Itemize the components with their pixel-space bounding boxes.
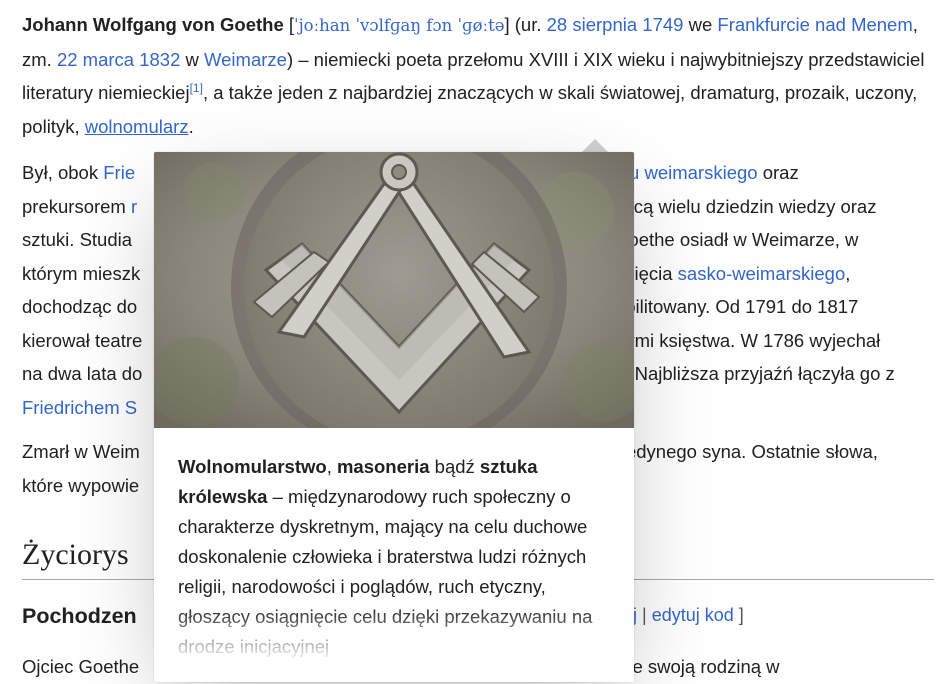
popup-term-freemasonry: Wolnomularstwo: [178, 456, 327, 477]
edit-source-link[interactable]: edytuj kod: [652, 605, 734, 625]
edit-links: tuj | edytuj kod ]: [618, 605, 744, 626]
romanticism-link[interactable]: r: [131, 196, 137, 217]
article-subject-name: Johann Wolfgang von Goethe: [22, 14, 284, 35]
intro-paragraph: Johann Wolfgang von Goethe [ˈjoːhan ˈvɔl…: [22, 14, 925, 137]
page-preview-popup[interactable]: Wolnomularstwo, masoneria bądź sztuka kr…: [154, 152, 634, 682]
popup-pointer: [582, 139, 608, 152]
birth-place-link[interactable]: Frankfurcie nad Menem: [717, 14, 912, 35]
masonic-square-compass-image[interactable]: [154, 152, 634, 428]
ipa-pronunciation[interactable]: ˈjoːhan ˈvɔlfɡaŋ fɔn ˈɡøːtə: [294, 16, 504, 35]
subsection-title: Pochodzen: [22, 604, 137, 628]
death-date-link[interactable]: 22 marca 1832: [57, 49, 180, 70]
birth-date-link[interactable]: 28 sierpnia 1749: [547, 14, 684, 35]
square-and-compass-icon: [154, 152, 634, 428]
death-place-link[interactable]: Weimarze: [204, 49, 287, 70]
friedrich-link[interactable]: Frie: [103, 162, 135, 183]
schiller-link[interactable]: Friedrichem S: [22, 397, 137, 418]
popup-fade-overlay: [154, 607, 634, 682]
saxe-weimar-link[interactable]: sasko-weimarskiego: [678, 263, 846, 284]
reference-link[interactable]: [1]: [190, 81, 203, 95]
freemason-link[interactable]: wolnomularz: [85, 116, 189, 137]
popup-term-masonry: masoneria: [336, 456, 430, 477]
